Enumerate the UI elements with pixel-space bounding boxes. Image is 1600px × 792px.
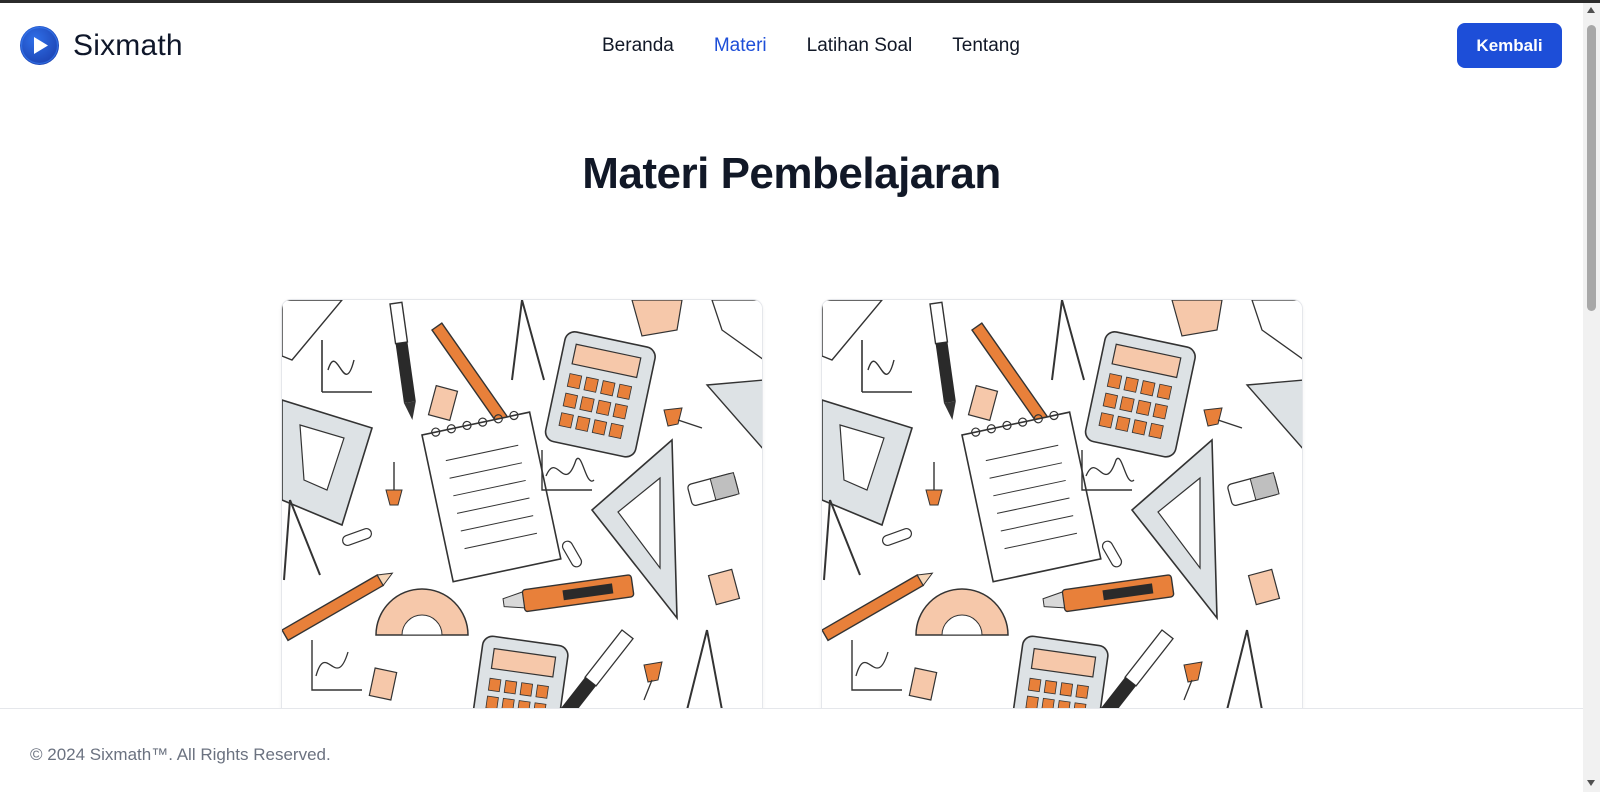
scroll-up-arrow-icon[interactable] bbox=[1587, 7, 1595, 13]
back-button[interactable]: Kembali bbox=[1457, 23, 1562, 68]
material-card[interactable] bbox=[281, 299, 763, 779]
nav-materi[interactable]: Materi bbox=[714, 35, 767, 57]
vertical-scrollbar[interactable] bbox=[1583, 3, 1600, 792]
site-footer: © 2024 Sixmath™. All Rights Reserved. bbox=[0, 708, 1583, 792]
scroll-thumb[interactable] bbox=[1587, 25, 1596, 311]
play-logo-icon bbox=[20, 26, 59, 65]
nav-tentang[interactable]: Tentang bbox=[952, 35, 1020, 57]
material-card[interactable] bbox=[821, 299, 1303, 779]
nav-beranda[interactable]: Beranda bbox=[602, 35, 674, 57]
nav-latihan-soal[interactable]: Latihan Soal bbox=[807, 35, 913, 57]
copyright-text: © 2024 Sixmath™. All Rights Reserved. bbox=[30, 745, 331, 764]
page: Sixmath Beranda Materi Latihan Soal Tent… bbox=[0, 3, 1583, 792]
brand[interactable]: Sixmath bbox=[20, 26, 183, 65]
main-nav: Beranda Materi Latihan Soal Tentang bbox=[602, 35, 1020, 57]
scroll-down-arrow-icon[interactable] bbox=[1587, 780, 1595, 786]
brand-name: Sixmath bbox=[73, 28, 183, 62]
site-header: Sixmath Beranda Materi Latihan Soal Tent… bbox=[0, 3, 1583, 89]
page-title: Materi Pembelajaran bbox=[582, 149, 1001, 198]
